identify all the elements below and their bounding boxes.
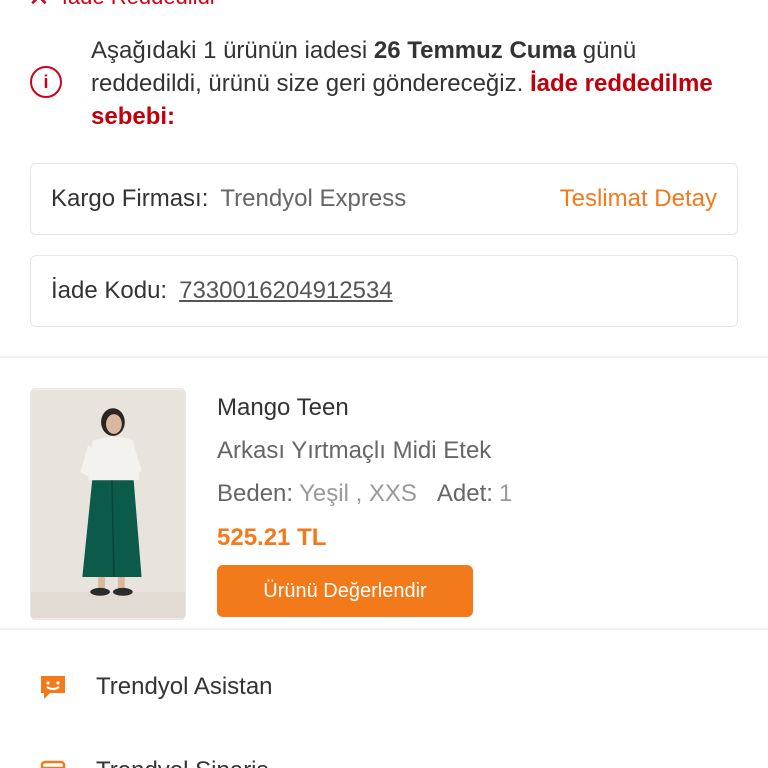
size-label: Beden: [217,480,294,507]
chat-bubble-icon [38,672,68,702]
cargo-value: Trendyol Express [220,185,407,212]
section-divider-bottom [0,628,768,630]
next-menu-item[interactable]: Trendyol Sipariş [0,736,768,768]
product-card: Mango Teen Arkası Yırtmaçlı Midi Etek Be… [0,358,768,628]
quantity-value: 1 [498,480,513,507]
status-header: ✕ İade Reddedildi [28,0,215,10]
notice-text: Aşağıdaki 1 ürünün iadesi 26 Temmuz Cuma… [91,37,713,130]
quantity-label: Adet: [436,480,493,507]
close-icon: ✕ [28,0,50,10]
calendar-icon [38,756,68,768]
next-menu-label: Trendyol Sipariş [96,757,269,768]
product-brand: Mango Teen [217,394,349,421]
return-code-value[interactable]: 7330016204912534 [179,277,393,305]
trendyol-assistant-item[interactable]: Trendyol Asistan [0,652,768,722]
delivery-detail-link[interactable]: Teslimat Detay [560,185,717,213]
return-code-label: İade Kodu: [51,277,168,304]
product-price: 525.21 TL [217,524,327,551]
return-code-card: İade Kodu: 7330016204912534 [30,255,738,327]
status-label: İade Reddedildi [62,0,215,10]
cargo-label: Kargo Firması: [51,185,209,212]
product-attributes: Beden: Yeşil , XXS Adet: 1 [217,480,512,508]
notice-date: 26 Temmuz Cuma [373,37,577,64]
size-value: Yeşil , XXS [299,480,417,507]
cargo-card: Kargo Firması: Trendyol Express Teslimat… [30,163,738,235]
assistant-label: Trendyol Asistan [96,673,273,700]
product-name[interactable]: Arkası Yırtmaçlı Midi Etek [217,437,491,465]
info-icon: i [30,66,62,98]
product-image[interactable] [30,388,186,620]
reject-notice: i Aşağıdaki 1 ürünün iadesi 26 Temmuz Cu… [30,34,740,133]
review-product-button[interactable]: Ürünü Değerlendir [217,565,473,617]
